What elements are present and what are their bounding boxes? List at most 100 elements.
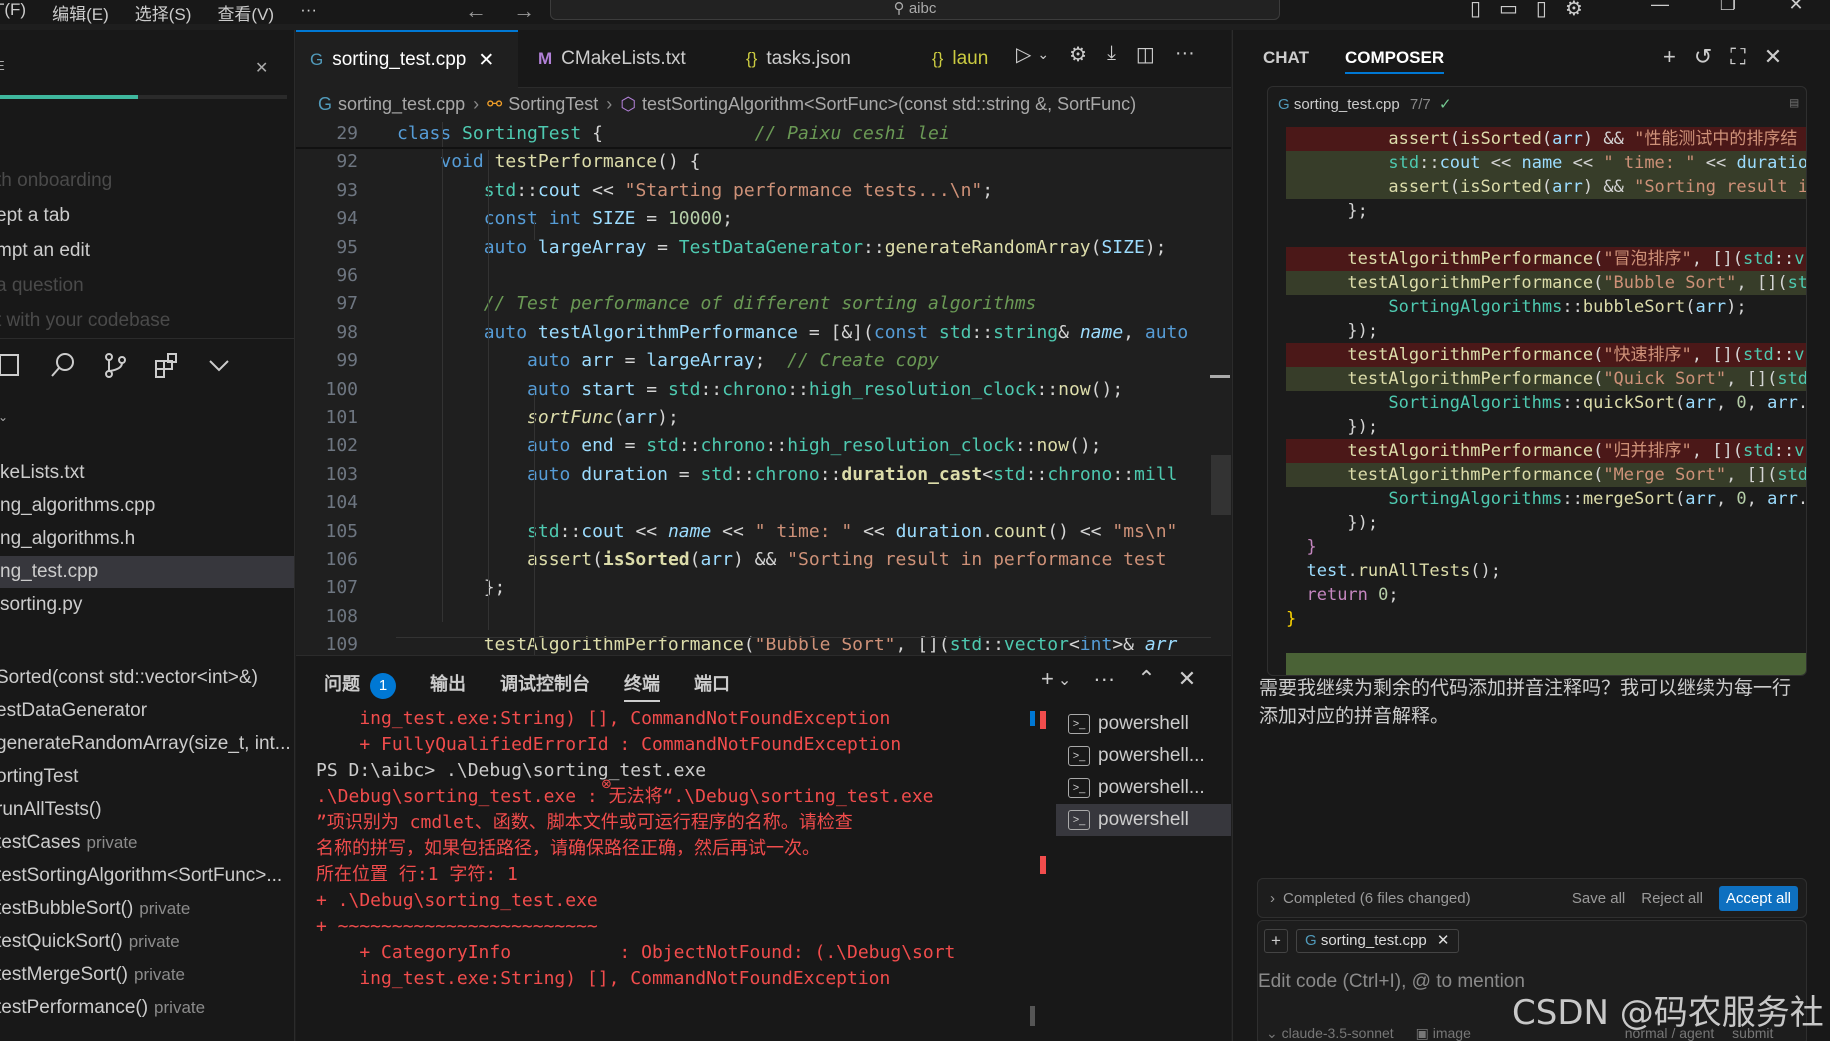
outline-item[interactable]: estDataGenerator (0, 696, 147, 726)
code-line[interactable]: 99 auto arr = largeArray; // Create copy (296, 347, 1231, 375)
save-all-button[interactable]: Save all (1572, 890, 1625, 907)
chevron-down-icon[interactable]: ⌄ (1266, 1025, 1278, 1041)
close-onboarding-icon[interactable]: ✕ (255, 58, 268, 78)
code-line[interactable]: 105 std::cout << name << " time: " << du… (296, 518, 1231, 546)
remove-context-icon[interactable]: ✕ (1437, 932, 1450, 949)
model-selector[interactable]: claude-3.5-sonnet (1282, 1025, 1394, 1041)
chevron-down-icon[interactable]: ⌄ (1058, 666, 1071, 692)
terminal-instance[interactable]: >_ powershell... (1056, 772, 1231, 804)
onboarding-step[interactable]: a question (0, 275, 84, 297)
source-control-icon[interactable] (98, 348, 132, 382)
forward-arrow-icon[interactable]: → (513, 0, 535, 23)
outline-item[interactable]: Sorted(const std::vector<int>&) (0, 663, 258, 693)
toggle-secondary-sidebar-icon[interactable]: ▯ (1536, 0, 1547, 21)
settings-gear-icon[interactable]: ⚙ (1565, 0, 1583, 21)
code-line[interactable]: 103 auto duration = std::chrono::duratio… (296, 461, 1231, 489)
restore-icon[interactable]: ❐ (1694, 0, 1762, 15)
code-line[interactable]: 106 assert(isSorted(arr) && "Sorting res… (296, 546, 1231, 574)
code-line[interactable]: 29 class SortingTest { // Paixu ceshi lei (296, 120, 1231, 148)
onboarding-step[interactable]: th onboarding (0, 170, 112, 192)
reject-all-button[interactable]: Reject all (1641, 890, 1703, 907)
download-icon[interactable]: ⤓ (1107, 42, 1116, 67)
outline-item[interactable]: ortingTest (0, 762, 78, 792)
code-line[interactable]: 108 (296, 603, 1231, 631)
toggle-primary-sidebar-icon[interactable]: ▯ (1470, 0, 1481, 21)
tab-chat[interactable]: CHAT (1263, 48, 1309, 74)
breadcrumb-method[interactable]: testSortingAlgorithm<SortFunc>(const std… (642, 94, 1136, 115)
close-tab-icon[interactable]: ✕ (478, 49, 494, 72)
chevron-right-icon[interactable]: › (1270, 890, 1275, 907)
file-item[interactable]: ng_algorithms.h (0, 523, 294, 555)
maximize-panel-icon[interactable]: ⌃ (1137, 666, 1155, 692)
code-line[interactable]: 100 auto start = std::chrono::high_resol… (296, 376, 1231, 404)
code-line[interactable]: 96 (296, 262, 1231, 290)
chevron-down-icon[interactable] (202, 348, 236, 382)
tab-terminal[interactable]: 终端 (624, 670, 660, 702)
more-actions-icon[interactable]: ··· (1093, 666, 1115, 692)
accept-all-button[interactable]: Accept all (1718, 885, 1798, 911)
more-actions-icon[interactable]: ··· (1175, 42, 1195, 67)
settings-gear-icon[interactable]: ⚙ (1069, 42, 1087, 67)
tab-composer[interactable]: COMPOSER (1344, 48, 1445, 74)
maximize-icon[interactable]: ⛶ (1730, 44, 1745, 70)
code-editor[interactable]: 29 class SortingTest { // Paixu ceshi lei… (296, 120, 1231, 655)
onboarding-step[interactable]: t with your codebase (0, 310, 170, 332)
code-line[interactable]: 104 (296, 489, 1231, 517)
tab-launch-json[interactable]: {} laun (918, 30, 1018, 88)
menu-item[interactable]: 查看(V) (217, 0, 274, 25)
code-line[interactable]: 102 auto end = std::chrono::high_resolut… (296, 432, 1231, 460)
image-icon[interactable]: ▣ (1416, 1025, 1429, 1041)
completed-label[interactable]: Completed (6 files changed) (1283, 890, 1471, 907)
command-center[interactable]: ⚲ aibc (550, 0, 1280, 20)
terminal-instance[interactable]: >_ powershell (1056, 708, 1231, 740)
code-line[interactable]: 94 const int SIZE = 10000; (296, 205, 1231, 233)
split-editor-icon[interactable]: ◫ (1136, 42, 1155, 67)
file-item[interactable]: keLists.txt (0, 457, 294, 489)
context-file-chip[interactable]: G sorting_test.cpp ✕ (1296, 929, 1459, 953)
onboarding-step[interactable]: mpt an edit (0, 240, 90, 262)
new-composer-icon[interactable]: + (1663, 44, 1676, 70)
code-line[interactable]: 93 std::cout << "Starting performance te… (296, 177, 1231, 205)
menu-item[interactable]: T(F) (0, 0, 26, 25)
outline-item[interactable]: runAllTests() (0, 795, 102, 825)
terminal-scrollbar[interactable] (1030, 706, 1046, 1026)
copy-icon[interactable]: ▤ (1790, 95, 1798, 111)
minimize-icon[interactable]: — (1626, 0, 1694, 15)
chevron-down-icon[interactable]: ⌄ (1037, 42, 1049, 67)
scroll-thumb[interactable] (1211, 455, 1231, 515)
more-menu-icon[interactable]: ··· (300, 0, 317, 25)
file-item[interactable]: ng_test.cpp (0, 556, 294, 588)
diff-file-name[interactable]: sorting_test.cpp (1294, 96, 1400, 113)
tab-problems[interactable]: 问题 1 (324, 670, 396, 702)
code-line[interactable]: 92 void testPerformance() { (296, 148, 1231, 176)
terminal-instance[interactable]: >_ powershell... (1056, 740, 1231, 772)
close-window-icon[interactable]: ✕ (1762, 0, 1830, 15)
outline-item[interactable]: testPerformance() private (0, 993, 205, 1023)
toggle-panel-icon[interactable]: ▭ (1499, 0, 1518, 21)
breadcrumb-class[interactable]: SortingTest (508, 94, 598, 115)
tab-tasks-json[interactable]: {} tasks.json (732, 30, 892, 88)
new-terminal-icon[interactable]: + (1041, 666, 1054, 692)
code-line[interactable]: 101 sortFunc(arr); (296, 404, 1231, 432)
onboarding-step[interactable]: ept a tab (0, 205, 70, 227)
code-line[interactable]: 97 // Test performance of different sort… (296, 290, 1231, 318)
terminal-instance[interactable]: >_ powershell (1056, 804, 1231, 836)
composer-input[interactable]: Edit code (Ctrl+I), @ to mention (1258, 971, 1525, 993)
add-context-button[interactable]: + (1264, 929, 1288, 953)
back-arrow-icon[interactable]: ← (465, 0, 487, 23)
image-label[interactable]: image (1433, 1025, 1471, 1041)
run-play-icon[interactable]: ▷ (1016, 42, 1031, 67)
tab-output[interactable]: 输出 (430, 670, 466, 702)
close-composer-icon[interactable]: ✕ (1764, 44, 1782, 70)
history-icon[interactable]: ↺ (1694, 44, 1712, 70)
breadcrumb-file[interactable]: sorting_test.cpp (338, 94, 465, 115)
menu-item[interactable]: 编辑(E) (52, 0, 109, 25)
outline-item[interactable]: testCases private (0, 828, 138, 858)
outline-item[interactable]: testQuickSort() private (0, 927, 180, 957)
tab-sorting-test-cpp[interactable]: G sorting_test.cpp ✕ (296, 30, 518, 88)
terminal-output[interactable]: ing_test.exe:String) [], CommandNotFound… (316, 706, 1036, 1041)
file-item[interactable]: sorting.py (0, 589, 294, 621)
outline-item[interactable]: testMergeSort() private (0, 960, 185, 990)
close-panel-icon[interactable]: ✕ (1178, 666, 1196, 692)
outline-item[interactable]: generateRandomArray(size_t, int... (0, 729, 291, 759)
